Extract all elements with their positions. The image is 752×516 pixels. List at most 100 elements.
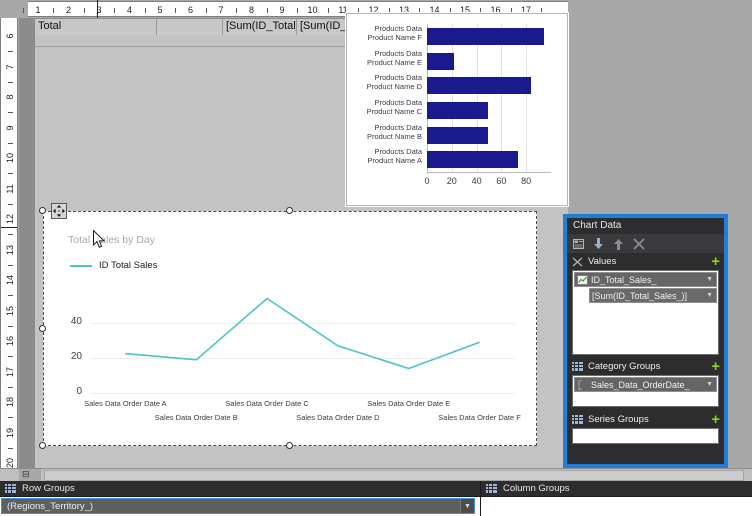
column-groups-title: Column Groups (503, 483, 570, 494)
chart-field-icon (577, 274, 588, 285)
x-axis-tick-label: 40 (471, 176, 482, 186)
resize-handle-tl[interactable] (39, 207, 46, 214)
column-groups-icon (486, 483, 497, 494)
resize-handle-tc[interactable] (286, 207, 293, 214)
ruler-tick: 13 (5, 244, 15, 255)
category-groups-list[interactable]: Sales_Data_OrderDate_ ▼ (572, 375, 719, 407)
add-value-button[interactable]: + (711, 254, 720, 269)
ruler-minor-tick (8, 51, 13, 53)
list-item[interactable]: [Sum(ID_Total_Sales_)] ▼ (589, 288, 717, 303)
ruler-minor-tick (8, 203, 13, 205)
bar-chart-card[interactable]: Products Data Product Name A Products Data… (346, 13, 568, 206)
ruler-origin-icon[interactable]: ⊟ (22, 469, 30, 480)
line-chart-title: Total Sales by Day (68, 234, 155, 246)
chart-data-toolbar[interactable] (567, 234, 724, 253)
chart-data-panel-title: Chart Data (567, 218, 724, 234)
y-axis-tick-label: 20 (70, 351, 82, 362)
line-series-path (125, 297, 480, 370)
row-groups-icon (5, 483, 16, 494)
ruler-minor-tick (8, 417, 13, 419)
move-handle-icon[interactable] (51, 203, 67, 219)
tablix-cell-sum-1[interactable]: [Sum(ID_Total_C (223, 19, 297, 35)
row-groups-column: Row Groups (Regions_Territory_) ▼ (0, 481, 480, 516)
chevron-down-icon[interactable]: ▼ (460, 499, 474, 513)
bar-category-label: Products Data Product Name B (366, 122, 422, 141)
ruler-minor-tick (83, 8, 85, 13)
ruler-tick: 16 (5, 336, 15, 347)
series-groups-list[interactable] (572, 428, 719, 444)
tablix-cell-blank[interactable] (157, 19, 223, 35)
bar-category-label: Products Data Product Name F (367, 23, 422, 42)
properties-icon[interactable] (572, 237, 585, 250)
ruler-tick: 8 (248, 5, 254, 15)
horizontal-ruler-cursor-line (97, 0, 98, 18)
ruler-tick: 2 (65, 5, 71, 15)
ruler-tick: 19 (5, 427, 15, 438)
ruler-tick: 7 (5, 64, 15, 70)
chevron-down-icon[interactable]: ▼ (706, 292, 713, 299)
row-groups-title: Row Groups (22, 483, 75, 494)
ruler-minor-tick (236, 8, 238, 13)
resize-handle-ml[interactable] (39, 325, 46, 332)
design-surface[interactable]: Total [Sum(ID_Total_C [Sum(ID_Total_ Pro… (35, 13, 568, 468)
section-header-series-groups: Series Groups + (567, 411, 724, 428)
add-series-group-button[interactable]: + (711, 412, 720, 427)
bar-chart: Products Data Product Name A Products Data… (347, 14, 569, 207)
ruler-tick: 1 (35, 5, 41, 15)
row-group-item-regions-territory[interactable]: (Regions_Territory_) ▼ (1, 498, 475, 514)
gridline (451, 24, 453, 172)
ruler-tick: 10 (5, 153, 15, 164)
series-groups-icon (572, 414, 583, 425)
section-label-category-groups: Category Groups (588, 361, 661, 372)
add-category-group-button[interactable]: + (711, 359, 720, 374)
move-down-icon[interactable] (592, 237, 605, 250)
resize-handle-bc[interactable] (286, 442, 293, 449)
scrollbar-thumb[interactable] (44, 470, 744, 481)
ruler-minor-tick (8, 234, 13, 236)
vertical-ruler-cursor-line (1, 227, 17, 228)
x-axis-tick-label: 80 (521, 176, 532, 186)
move-up-icon[interactable] (612, 237, 625, 250)
bar-category-label: Products Data Product Name A (367, 147, 422, 166)
list-item[interactable]: ID_Total_Sales_ ▼ (574, 272, 717, 287)
row-groups-header: Row Groups (0, 481, 480, 496)
x-axis-line (427, 172, 551, 173)
chart-data-panel[interactable]: Chart Data Values + ID_Total_Sales_ ▼ [S… (567, 218, 724, 464)
tablix-cell-total[interactable]: Total (35, 19, 157, 35)
bar-category-label: Products Data Product Name C (366, 97, 422, 116)
bar (427, 52, 455, 70)
ruler-minor-tick (114, 8, 116, 13)
line-chart-frame[interactable]: Total Sales by Day ID Total Sales 0 20 40 S… (43, 211, 537, 446)
ruler-tick: 10 (307, 5, 318, 15)
ruler-tick: 6 (5, 33, 15, 39)
gridline (90, 393, 515, 394)
x-axis-tick-label: Sales Data Order Date D (296, 413, 380, 422)
line-chart-selection[interactable]: Total Sales by Day ID Total Sales 0 20 40 S… (39, 203, 537, 449)
ruler-tick: 5 (157, 5, 163, 15)
x-axis-tick-label: 60 (496, 176, 507, 186)
ruler-tick: 6 (187, 5, 193, 15)
resize-handle-bl[interactable] (39, 442, 46, 449)
chevron-down-icon[interactable]: ▼ (706, 381, 713, 388)
x-axis-tick-label: Sales Data Order Date E (367, 399, 451, 408)
chevron-down-icon[interactable]: ▼ (706, 276, 713, 283)
bar-category-label: Products Data Product Name D (366, 73, 422, 92)
row-groups-body[interactable]: (Regions_Territory_) ▼ (0, 496, 480, 516)
ruler-minor-tick (8, 81, 13, 83)
ruler-minor-tick (8, 295, 13, 297)
vertical-ruler[interactable]: 6 7 8 9 10 11 12 13 14 15 16 17 18 19 20 (0, 18, 18, 468)
ruler-tick: 8 (5, 94, 15, 100)
ruler-tick: 18 (5, 397, 15, 408)
ruler-tick: 9 (279, 5, 285, 15)
list-item[interactable]: Sales_Data_OrderDate_ ▼ (574, 377, 717, 392)
bar (427, 126, 488, 144)
ruler-tick: 7 (218, 5, 224, 15)
ruler-minor-tick (8, 325, 13, 327)
bar (427, 101, 488, 119)
bar-chart-plot-area: Products Data Product Name A Products Data… (367, 24, 551, 186)
values-icon (572, 257, 583, 267)
horizontal-scrollbar[interactable]: ⊟ (0, 468, 752, 481)
values-list[interactable]: ID_Total_Sales_ ▼ [Sum(ID_Total_Sales_)]… (572, 270, 719, 355)
column-groups-body[interactable] (481, 496, 752, 516)
delete-icon[interactable] (632, 237, 645, 250)
